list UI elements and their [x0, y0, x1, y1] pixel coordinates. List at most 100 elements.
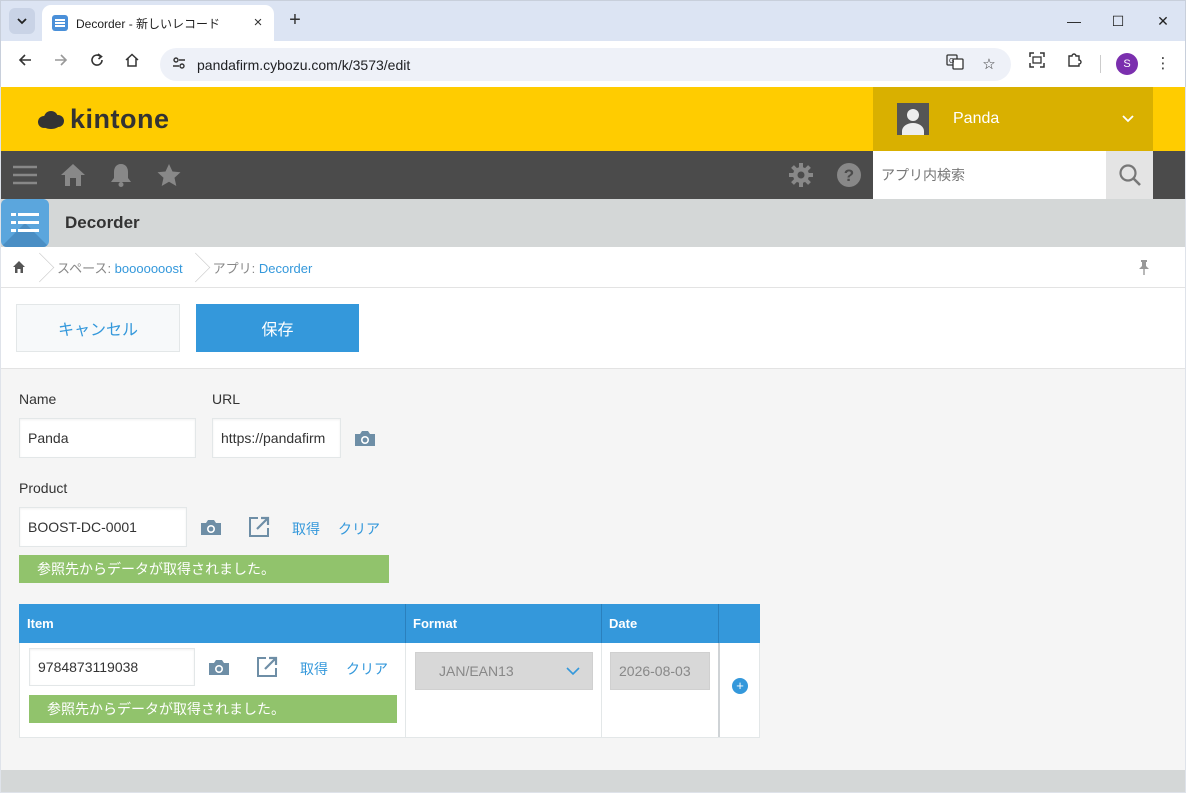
- name-input[interactable]: [19, 418, 196, 458]
- breadcrumb-app: アプリ: Decorder: [207, 258, 323, 277]
- subtable-header: Item Format Date: [19, 604, 760, 643]
- url-text[interactable]: pandafirm.cybozu.com/k/3573/edit: [197, 57, 943, 73]
- svg-text:?: ?: [844, 166, 854, 185]
- user-menu[interactable]: Panda: [873, 87, 1153, 151]
- column-header-item: Item: [27, 616, 54, 631]
- name-label: Name: [19, 391, 57, 407]
- gear-icon[interactable]: [785, 159, 817, 191]
- breadcrumb-separator: [193, 247, 207, 288]
- breadcrumb-separator: [37, 247, 51, 288]
- user-avatar-icon: [897, 103, 929, 135]
- chevron-down-icon: [17, 18, 27, 25]
- footer-bar: [1, 770, 1185, 792]
- camera-icon[interactable]: [198, 514, 224, 540]
- open-external-icon[interactable]: [254, 654, 280, 680]
- home-icon[interactable]: [57, 159, 89, 191]
- column-header-date: Date: [609, 616, 638, 631]
- forward-button[interactable]: [48, 51, 74, 77]
- app-title-bar: Decorder: [1, 199, 1185, 247]
- save-button[interactable]: 保存: [196, 304, 359, 352]
- add-row-button[interactable]: +: [732, 678, 748, 694]
- back-button[interactable]: [12, 51, 38, 77]
- item-fetch-link[interactable]: 取得: [300, 659, 328, 679]
- app-favicon-icon: [52, 15, 68, 31]
- chevron-down-icon: [566, 667, 580, 676]
- record-form: Name URL Product 取得 クリア 参照先からデータが取得されました…: [1, 369, 1185, 770]
- address-bar[interactable]: pandafirm.cybozu.com/k/3573/edit G ☆: [160, 48, 1011, 81]
- breadcrumb: スペース: booooooost アプリ: Decorder: [1, 247, 1185, 288]
- product-fetch-link[interactable]: 取得: [292, 519, 320, 539]
- item-clear-link[interactable]: クリア: [346, 659, 388, 679]
- product-clear-link[interactable]: クリア: [338, 519, 380, 539]
- camera-icon[interactable]: [352, 425, 378, 451]
- breadcrumb-space-link[interactable]: booooooost: [115, 261, 183, 276]
- reload-icon: [91, 53, 103, 66]
- pin-icon[interactable]: [1137, 259, 1153, 275]
- screenshot-icon[interactable]: [1024, 51, 1050, 77]
- app-icon[interactable]: [1, 199, 49, 247]
- help-icon[interactable]: ?: [833, 159, 865, 191]
- breadcrumb-app-link[interactable]: Decorder: [259, 261, 312, 276]
- bookmark-star-icon[interactable]: ☆: [977, 53, 1001, 77]
- bell-icon[interactable]: [105, 159, 137, 191]
- cancel-button[interactable]: キャンセル: [16, 304, 180, 352]
- tab-title: Decorder - 新しいレコード: [76, 16, 221, 31]
- close-tab-icon[interactable]: ×: [250, 15, 266, 31]
- search-button[interactable]: [1106, 151, 1153, 199]
- tab-strip: Decorder - 新しいレコード × + — ☐ ✕: [1, 1, 1185, 41]
- app-name[interactable]: Decorder: [65, 213, 140, 233]
- cell-divider: [718, 643, 720, 737]
- breadcrumb-app-prefix: アプリ:: [212, 260, 259, 276]
- browser-toolbar: pandafirm.cybozu.com/k/3573/edit G ☆ S ⋮: [1, 41, 1185, 88]
- kintone-nav-bar: ?: [1, 151, 1185, 199]
- item-input[interactable]: [29, 648, 195, 686]
- toolbar-separator: [1100, 55, 1101, 73]
- product-label: Product: [19, 480, 68, 496]
- camera-icon[interactable]: [206, 654, 232, 680]
- product-input[interactable]: [19, 507, 187, 547]
- site-info-icon[interactable]: [169, 55, 189, 75]
- logo-text: kintone: [70, 104, 170, 134]
- cloud-logo-icon: [36, 109, 66, 131]
- breadcrumb-space-prefix: スペース:: [57, 260, 115, 276]
- url-label: URL: [212, 391, 241, 407]
- app-search-input[interactable]: [873, 151, 1106, 199]
- column-header-format: Format: [413, 616, 458, 631]
- profile-avatar[interactable]: S: [1116, 53, 1138, 75]
- minimize-button[interactable]: —: [1051, 7, 1097, 35]
- format-select[interactable]: JAN/EAN13: [415, 652, 593, 690]
- url-input[interactable]: [212, 418, 341, 458]
- column-divider: [718, 604, 719, 643]
- browser-chrome: Decorder - 新しいレコード × + — ☐ ✕ pandafirm.c…: [0, 0, 1186, 88]
- format-select-value: JAN/EAN13: [439, 663, 514, 679]
- date-field[interactable]: 2026-08-03: [610, 652, 710, 690]
- tab-search-button[interactable]: [9, 8, 35, 34]
- cell-divider: [601, 643, 602, 737]
- item-lookup-message: 参照先からデータが取得されました。: [29, 695, 397, 723]
- maximize-button[interactable]: ☐: [1095, 7, 1141, 35]
- browser-tab[interactable]: Decorder - 新しいレコード ×: [42, 5, 274, 41]
- more-menu-icon[interactable]: ⋮: [1150, 51, 1176, 77]
- star-icon[interactable]: [153, 159, 185, 191]
- extensions-icon[interactable]: [1061, 51, 1087, 77]
- search-icon: [1118, 164, 1141, 186]
- record-action-bar: キャンセル 保存: [1, 288, 1185, 369]
- table-row: 取得 クリア 参照先からデータが取得されました。 JAN/EAN13 2026-…: [19, 643, 760, 738]
- open-external-icon[interactable]: [246, 514, 272, 540]
- home-button[interactable]: [119, 51, 145, 77]
- user-name: Panda: [953, 110, 1000, 127]
- close-window-button[interactable]: ✕: [1140, 7, 1186, 35]
- svg-text:G: G: [949, 58, 954, 65]
- menu-icon[interactable]: [9, 159, 41, 191]
- kintone-header: kintone Panda: [1, 87, 1185, 151]
- product-lookup-message: 参照先からデータが取得されました。: [19, 555, 389, 583]
- chevron-down-icon: [1122, 115, 1134, 123]
- translate-icon[interactable]: G: [943, 53, 967, 77]
- new-tab-button[interactable]: +: [284, 9, 306, 31]
- arrow-left-icon: [18, 54, 31, 66]
- breadcrumb-space: スペース: booooooost: [51, 258, 193, 277]
- arrow-right-icon: [55, 54, 68, 66]
- cell-divider: [405, 643, 406, 737]
- reload-button[interactable]: [84, 51, 110, 77]
- kintone-logo[interactable]: kintone: [36, 104, 170, 135]
